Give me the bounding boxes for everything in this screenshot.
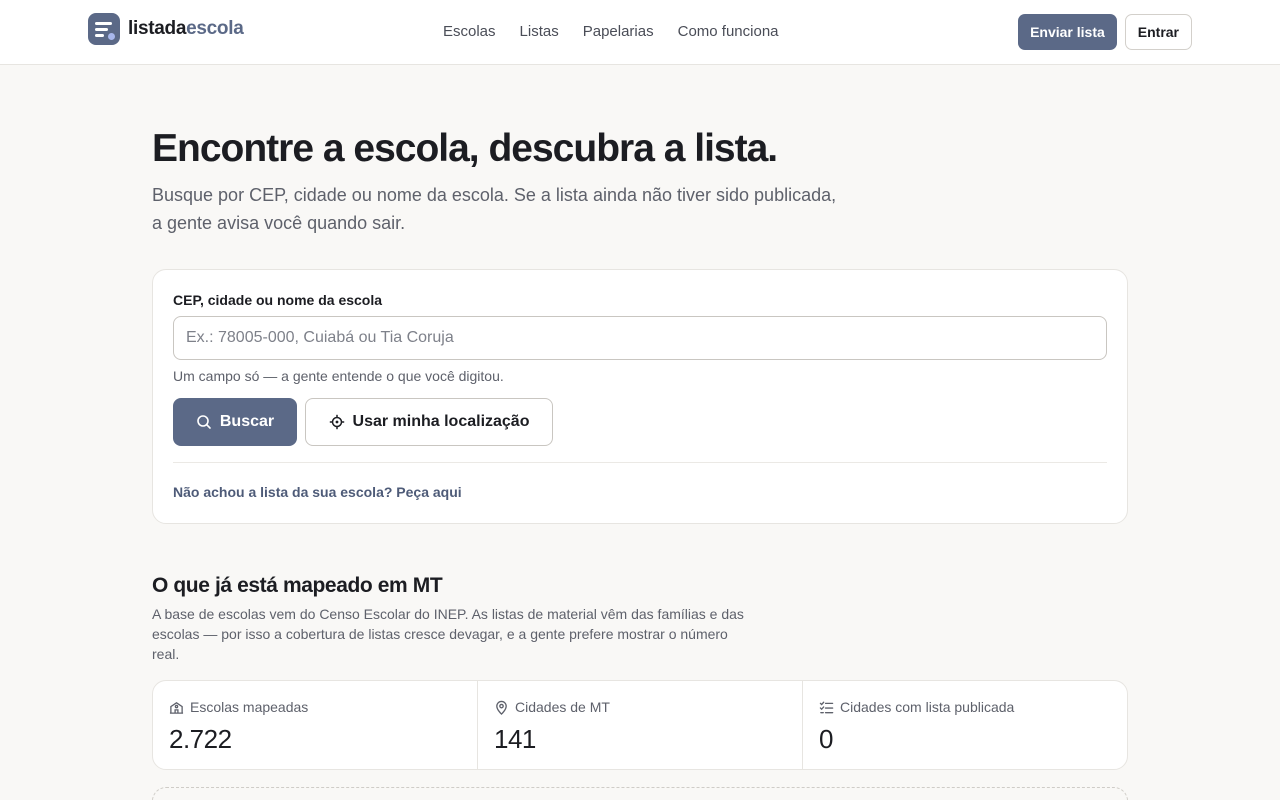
page-subtitle: Busque por CEP, cidade ou nome da escola… [152, 181, 872, 237]
subtitle-line-1: Busque por CEP, cidade ou nome da escola… [152, 185, 837, 205]
use-location-button[interactable]: Usar minha localização [305, 398, 553, 446]
brand-word-lista: lista [128, 18, 165, 39]
search-field-label: CEP, cidade ou nome da escola [173, 292, 383, 308]
card-divider [173, 462, 1107, 463]
stat-label: Escolas mapeadas [190, 699, 309, 715]
brand-word-escola: escola [186, 18, 244, 39]
coverage-section-title: O que já está mapeado em MT [152, 574, 443, 597]
send-list-button[interactable]: Enviar lista [1018, 14, 1117, 50]
list-logo-icon [88, 13, 120, 45]
stat-value: 141 [494, 724, 536, 754]
search-button[interactable]: Buscar [173, 398, 297, 446]
stat-label-row: Cidades de MT [494, 698, 610, 716]
header-actions: Enviar lista Entrar [1018, 14, 1192, 50]
brand-word-da: da [164, 18, 187, 39]
map-pin-icon [494, 700, 509, 715]
brand-logo-link[interactable]: listadaescola [88, 13, 244, 45]
use-location-label: Usar minha localização [352, 413, 530, 430]
stat-label: Cidades de MT [515, 699, 610, 715]
main-nav: Escolas Listas Papelarias Como funciona [443, 20, 779, 44]
search-card: CEP, cidade ou nome da escola Um campo s… [152, 269, 1128, 524]
stat-value: 0 [819, 724, 833, 754]
coverage-stats-panel: Escolas mapeadas 2.722 Cidades de MT 141 [152, 680, 1128, 770]
checklist-icon [819, 700, 834, 715]
request-list-link[interactable]: Não achou a lista da sua escola? Peça aq… [173, 483, 462, 501]
nav-link-papelarias[interactable]: Papelarias [583, 20, 654, 44]
nav-link-como-funciona[interactable]: Como funciona [678, 20, 779, 44]
empty-list-placeholder-box [152, 787, 1128, 800]
search-button-label: Buscar [219, 413, 275, 430]
coverage-section-description: A base de escolas vem do Censo Escolar d… [152, 606, 744, 662]
login-button[interactable]: Entrar [1124, 14, 1192, 50]
stat-value: 2.722 [169, 724, 232, 754]
search-icon [196, 414, 212, 430]
stat-label: Cidades com lista publicada [840, 699, 1015, 715]
brand-wordmark: listadaescola [128, 13, 244, 45]
top-navigation-bar: listadaescola Escolas Listas Papelarias … [0, 0, 1280, 65]
crosshair-location-icon [329, 414, 345, 430]
school-icon [169, 700, 184, 715]
stat-mt-cities: Cidades de MT 141 [478, 681, 803, 769]
stat-label-row: Cidades com lista publicada [819, 698, 1014, 716]
stat-label-row: Escolas mapeadas [169, 698, 308, 716]
nav-link-escolas[interactable]: Escolas [443, 20, 496, 44]
page-title: Encontre a escola, descubra a lista. [152, 127, 778, 170]
nav-link-listas[interactable]: Listas [520, 20, 559, 44]
subtitle-line-2: a gente avisa você quando sair. [152, 213, 406, 233]
stat-cities-with-list: Cidades com lista publicada 0 [803, 681, 1127, 769]
search-input[interactable] [173, 316, 1107, 360]
stat-schools-mapped: Escolas mapeadas 2.722 [153, 681, 478, 769]
search-helper-text: Um campo só — a gente entende o que você… [173, 368, 504, 384]
